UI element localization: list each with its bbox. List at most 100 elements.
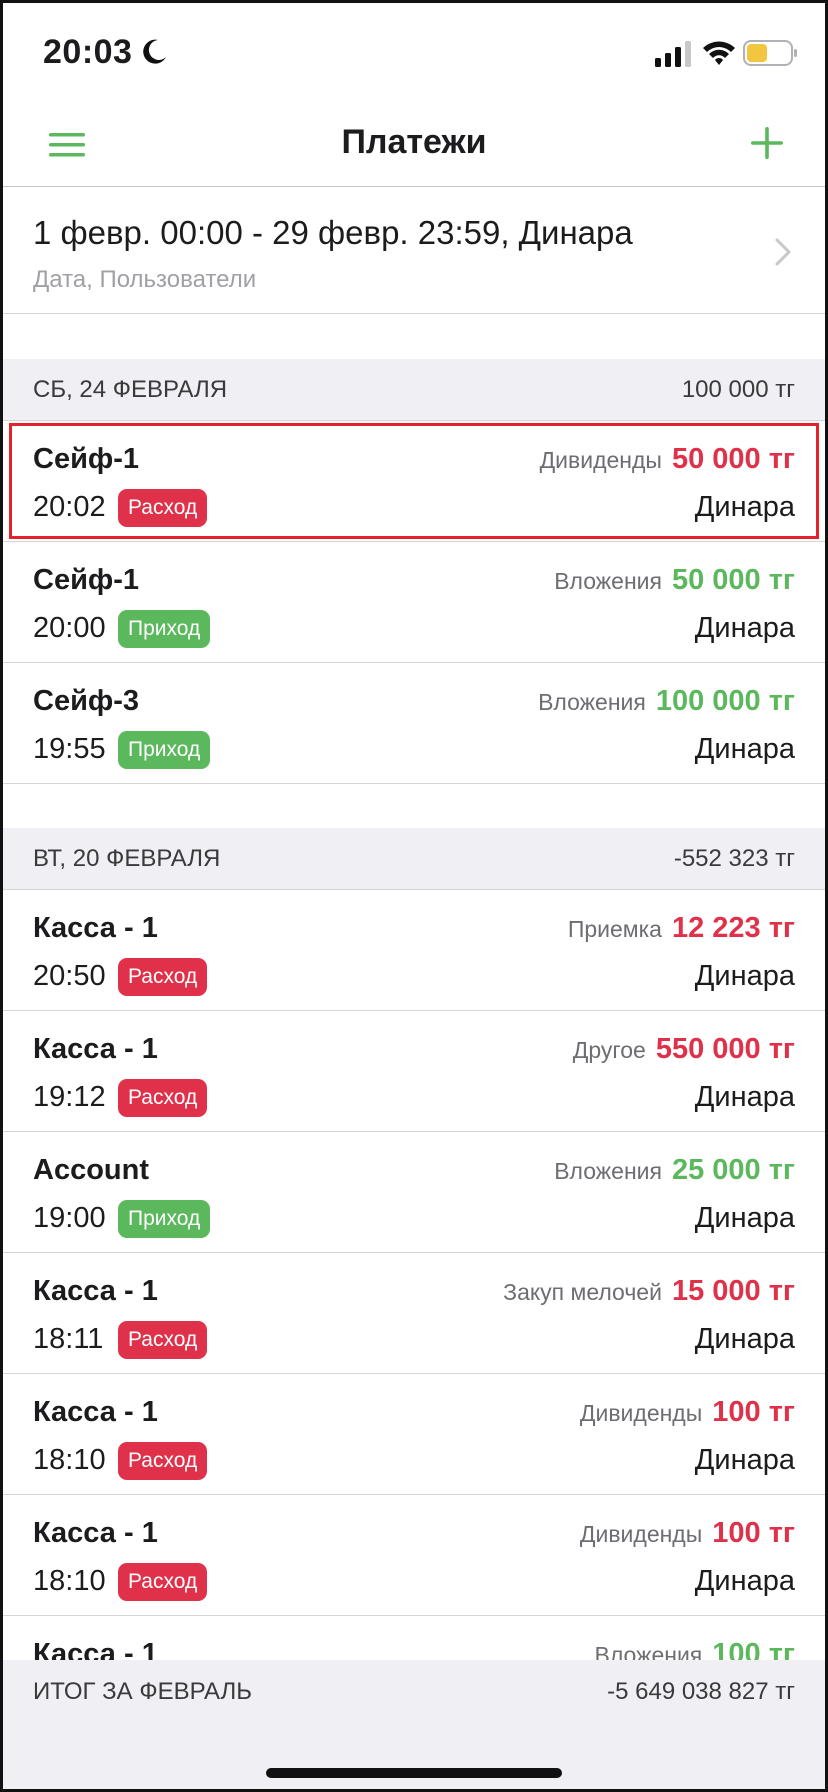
payment-amount: 50 000 тг: [671, 564, 795, 596]
payment-summary: Приемка 12 223 тг: [568, 912, 795, 945]
battery-icon: [743, 40, 797, 66]
payment-user: Динара: [694, 1323, 795, 1355]
payment-row[interactable]: Account 19:00 Приход Вложения 25 000 тг …: [3, 1132, 825, 1253]
payment-amount: 12 223 тг: [671, 912, 795, 944]
payment-time: 19:00: [33, 1202, 106, 1234]
payment-type-badge: Приход: [118, 610, 211, 648]
app-screen: 20:03 Платежи 1 февр. 00:00 - 29 февр. 2…: [0, 0, 828, 1792]
payment-row[interactable]: Сейф-1 20:00 Приход Вложения 50 000 тг Д…: [3, 542, 825, 663]
payment-amount: 15 000 тг: [671, 1275, 795, 1307]
payment-summary: Вложения 100 тг: [595, 1638, 795, 1660]
payment-summary: Вложения 25 000 тг: [554, 1154, 795, 1187]
list-spacer: [3, 784, 825, 828]
payment-type-badge: Расход: [118, 1321, 208, 1359]
section-total: 100 000 тг: [681, 375, 795, 403]
payment-category: Вложения: [594, 1642, 703, 1660]
chevron-right-icon: [775, 238, 791, 266]
payment-row[interactable]: Касса - 1 18:10 Расход Дивиденды 100 тг …: [3, 1495, 825, 1616]
payment-account: Сейф-1: [33, 443, 140, 475]
payment-time: 18:10: [33, 1444, 106, 1476]
payment-summary: Закуп мелочей 15 000 тг: [503, 1275, 795, 1308]
payment-type-badge: Расход: [118, 958, 208, 996]
month-total-value: -5 649 038 827 тг: [607, 1678, 795, 1705]
payment-account: Касса - 1: [33, 1638, 158, 1660]
wifi-icon: [703, 41, 735, 65]
payment-category: Приемка: [567, 916, 662, 942]
payment-user: Динара: [694, 960, 795, 992]
payment-summary: Другое 550 000 тг: [573, 1033, 795, 1066]
payment-amount: 25 000 тг: [671, 1154, 795, 1186]
home-indicator[interactable]: [266, 1768, 562, 1778]
payment-user: Динара: [694, 612, 795, 644]
payment-category: Дивиденды: [539, 447, 662, 473]
payment-account: Касса - 1: [33, 1033, 158, 1065]
payment-category: Вложения: [538, 689, 646, 715]
payment-row[interactable]: Касса - 1 20:50 Расход Приемка 12 223 тг…: [3, 890, 825, 1011]
payment-user: Динара: [694, 491, 795, 523]
payment-type-badge: Расход: [118, 1563, 208, 1601]
payment-row[interactable]: Сейф-3 19:55 Приход Вложения 100 000 тг …: [3, 663, 825, 784]
payment-account: Касса - 1: [33, 1396, 158, 1428]
filter-row[interactable]: 1 февр. 00:00 - 29 февр. 23:59, Динара Д…: [3, 188, 825, 314]
payment-row[interactable]: Касса - 1 18:10 Расход Дивиденды 100 тг …: [3, 1374, 825, 1495]
payment-amount: 50 000 тг: [671, 443, 795, 475]
payment-amount: 100 тг: [712, 1638, 795, 1660]
moon-icon: [143, 39, 166, 64]
payment-category: Другое: [572, 1037, 646, 1063]
payment-user: Динара: [694, 1565, 795, 1597]
month-total-label: ИТОГ ЗА ФЕВРАЛЬ: [33, 1678, 253, 1705]
section-date: СБ, 24 ФЕВРАЛЯ: [33, 375, 228, 403]
list-spacer: [3, 315, 825, 359]
payment-row[interactable]: Касса - 1 Вложения 100 тг: [3, 1616, 825, 1660]
payment-category: Дивиденды: [579, 1521, 703, 1547]
payment-time: 18:10: [33, 1565, 106, 1597]
payment-type-badge: Расход: [118, 489, 208, 527]
payment-summary: Вложения 100 000 тг: [538, 685, 795, 718]
payment-user: Динара: [694, 1202, 795, 1234]
payment-time: 19:55: [33, 733, 106, 765]
payments-list[interactable]: СБ, 24 ФЕВРАЛЯ 100 000 тг Сейф-1 20:02 Р…: [3, 315, 825, 1660]
payment-row[interactable]: Касса - 1 19:12 Расход Другое 550 000 тг…: [3, 1011, 825, 1132]
payment-time: 19:12: [33, 1081, 106, 1113]
payment-summary: Дивиденды 100 тг: [580, 1517, 795, 1550]
payment-type-badge: Расход: [118, 1079, 208, 1117]
payment-amount: 100 000 тг: [655, 685, 795, 717]
payment-account: Account: [33, 1154, 149, 1186]
payment-category: Вложения: [554, 1158, 662, 1184]
status-bar: 20:03: [3, 3, 825, 103]
payment-type-badge: Приход: [118, 1200, 211, 1238]
payment-account: Касса - 1: [33, 912, 158, 944]
payment-amount: 100 тг: [712, 1517, 795, 1549]
section-total: -552 323 тг: [673, 844, 795, 872]
payment-category: Дивиденды: [579, 1400, 703, 1426]
payment-time: 20:00: [33, 612, 106, 644]
status-time: 20:03: [43, 33, 133, 71]
payment-amount: 100 тг: [712, 1396, 795, 1428]
payment-amount: 550 000 тг: [655, 1033, 795, 1065]
payment-time: 20:02: [33, 491, 106, 523]
month-total-footer: ИТОГ ЗА ФЕВРАЛЬ -5 649 038 827 тг: [3, 1660, 825, 1789]
payment-category: Вложения: [554, 568, 662, 594]
payment-user: Динара: [694, 733, 795, 765]
payment-account: Сейф-1: [33, 564, 140, 596]
payment-type-badge: Расход: [118, 1442, 208, 1480]
nav-bar: Платежи: [3, 103, 825, 187]
page-title: Платежи: [341, 123, 487, 161]
payment-user: Динара: [694, 1081, 795, 1113]
plus-icon[interactable]: [747, 123, 787, 163]
payment-account: Касса - 1: [33, 1517, 158, 1549]
payment-time: 20:50: [33, 960, 106, 992]
cellular-signal-icon: [655, 41, 691, 67]
payment-row[interactable]: Сейф-1 20:02 Расход Дивиденды 50 000 тг …: [3, 421, 825, 542]
section-date: ВТ, 20 ФЕВРАЛЯ: [33, 844, 221, 872]
payment-category: Закуп мелочей: [503, 1279, 662, 1305]
payment-time: 18:11: [33, 1323, 104, 1355]
payment-summary: Дивиденды 100 тг: [580, 1396, 795, 1429]
payment-account: Сейф-3: [33, 685, 140, 717]
payment-user: Динара: [694, 1444, 795, 1476]
payment-row[interactable]: Касса - 1 18:11 Расход Закуп мелочей 15 …: [3, 1253, 825, 1374]
payment-summary: Дивиденды 50 000 тг: [540, 443, 795, 476]
filter-subtitle: Дата, Пользователи: [33, 266, 257, 293]
payment-summary: Вложения 50 000 тг: [554, 564, 795, 597]
section-header: ВТ, 20 ФЕВРАЛЯ -552 323 тг: [3, 828, 825, 890]
